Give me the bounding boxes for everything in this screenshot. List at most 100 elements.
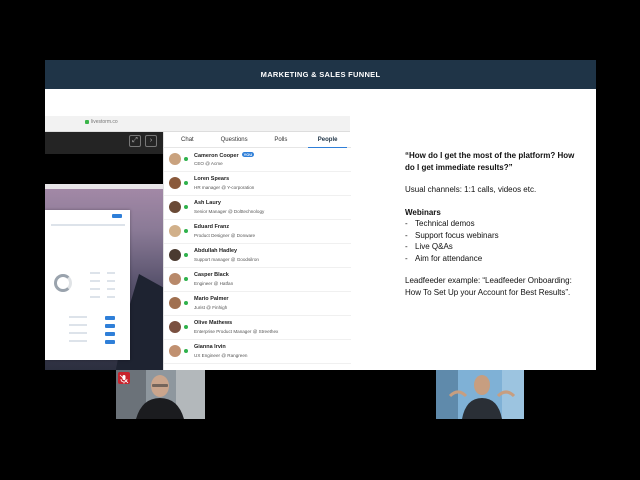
- player-toolbar: ⤢ ›: [45, 132, 163, 154]
- webinars-list: Technical demos Support focus webinars L…: [405, 218, 585, 264]
- avatar: [169, 249, 181, 261]
- webinars-heading: Webinars: [405, 207, 441, 217]
- person-name: Gianna Irvin: [194, 344, 226, 350]
- inner-app-line: [107, 288, 115, 290]
- person-name: Mario Palmer: [194, 296, 229, 302]
- people-list-item[interactable]: Abdullah Hadley Support manager @ Goodsil…: [164, 244, 351, 268]
- person-role: Product Designer @ Donware: [194, 233, 256, 238]
- donut-chart-icon: [54, 274, 72, 292]
- avatar: [169, 201, 181, 213]
- inner-app-window: [45, 210, 130, 360]
- inner-app-line: [90, 296, 100, 298]
- list-item: Support focus webinars: [405, 230, 585, 242]
- inner-app-line: [107, 272, 115, 274]
- person-role: Support manager @ Goodsilron: [194, 257, 259, 262]
- person-name-text: Cameron Cooper: [194, 153, 239, 159]
- person-role: Jurist @ Finhigh: [194, 305, 228, 310]
- person-name: Casper Black: [194, 272, 229, 278]
- person-role: HR manager @ Y-corporation: [194, 185, 255, 190]
- presentation-slide: MARKETING & SALES FUNNEL livestorm.co ⤢ …: [45, 60, 596, 370]
- list-item: Live Q&As: [405, 241, 585, 253]
- person-role: Senior Manager @ Dolttechnology: [194, 209, 265, 214]
- inner-app-line: [107, 296, 115, 298]
- inner-app-line: [107, 280, 115, 282]
- webcam-feed-right[interactable]: [436, 370, 524, 419]
- list-item: Technical demos: [405, 218, 585, 230]
- person-name: Abdullah Hadley: [194, 248, 237, 254]
- person-role: CEO @ Acme: [194, 161, 223, 166]
- people-list-item[interactable]: Mario Palmer Jurist @ Finhigh: [164, 292, 351, 316]
- you-badge: YOU: [241, 152, 255, 157]
- slide-channels: Usual channels: 1:1 calls, videos etc.: [405, 185, 537, 194]
- online-status-icon: [184, 205, 188, 209]
- inner-app-button: [105, 324, 115, 328]
- online-status-icon: [184, 181, 188, 185]
- video-black-area: [45, 154, 163, 184]
- inner-app-button: [105, 340, 115, 344]
- person-name: Loren Spears: [194, 176, 229, 182]
- lock-icon: [85, 119, 89, 124]
- people-list-item[interactable]: Gianna Irvin UX Engineer @ Rangreen: [164, 340, 351, 364]
- list-item: Aim for attendance: [405, 253, 585, 265]
- online-status-icon: [184, 301, 188, 305]
- people-list-item[interactable]: Casper Black Engineer @ Hatfan: [164, 268, 351, 292]
- embedded-screenshot: livestorm.co ⤢ › Chat Questions Polls Pe…: [45, 116, 351, 370]
- person-name-text: Gianna Irvin: [194, 344, 226, 350]
- person-role: Engineer @ Hatfan: [194, 281, 234, 286]
- slide-question: “How do I get the most of the platform? …: [405, 151, 575, 172]
- tab-questions[interactable]: Questions: [211, 132, 258, 147]
- mac-menubar: [45, 184, 163, 189]
- inner-app-button: [105, 332, 115, 336]
- people-list-item[interactable]: Eduard Franz Product Designer @ Donware: [164, 220, 351, 244]
- person-name-text: Abdullah Hadley: [194, 248, 238, 254]
- people-list: Cameron Cooper YOU CEO @ Acme Loren Spears H…: [164, 148, 351, 364]
- people-list-item[interactable]: Ash Laury Senior Manager @ Dolttechnology: [164, 196, 351, 220]
- expand-icon[interactable]: ⤢: [129, 135, 141, 147]
- avatar: [169, 273, 181, 285]
- person-role: Enterprise Product Manager @ Streethex: [194, 329, 279, 334]
- people-list-item[interactable]: Loren Spears HR manager @ Y-corporation: [164, 172, 351, 196]
- person-name-text: Casper Black: [194, 272, 229, 278]
- online-status-icon: [184, 277, 188, 281]
- mic-off-icon[interactable]: [118, 372, 130, 384]
- inner-app-line: [90, 288, 100, 290]
- avatar: [169, 153, 181, 165]
- inner-app-line: [69, 332, 87, 334]
- person-name: Eduard Franz: [194, 224, 229, 230]
- person-name-text: Ash Laury: [194, 200, 221, 206]
- avatar: [169, 225, 181, 237]
- webcam-person-right: [436, 370, 524, 419]
- people-list-item[interactable]: Cameron Cooper YOU CEO @ Acme: [164, 148, 351, 172]
- person-name-text: Loren Spears: [194, 176, 230, 182]
- webinar-side-panel: Chat Questions Polls People Cameron Coop…: [163, 132, 351, 370]
- url-label: livestorm.co: [91, 119, 118, 125]
- panel-tabs: Chat Questions Polls People: [164, 132, 351, 148]
- people-list-item[interactable]: Olive Mathews Enterprise Product Manager …: [164, 316, 351, 340]
- meeting-stage: MARKETING & SALES FUNNEL livestorm.co ⤢ …: [0, 0, 640, 480]
- slide-notes: “How do I get the most of the platform? …: [405, 150, 585, 298]
- inner-app-line: [90, 272, 100, 274]
- inner-app-line: [90, 280, 100, 282]
- online-status-icon: [184, 157, 188, 161]
- avatar: [169, 321, 181, 333]
- online-status-icon: [184, 253, 188, 257]
- url-text: livestorm.co: [85, 119, 118, 125]
- online-status-icon: [184, 229, 188, 233]
- inner-app-line: [69, 316, 87, 318]
- desktop-wallpaper: [45, 184, 175, 370]
- person-role: UX Engineer @ Rangreen: [194, 353, 248, 358]
- person-name: Olive Mathews: [194, 320, 232, 326]
- slide-title: MARKETING & SALES FUNNEL: [45, 60, 596, 89]
- inner-app-line: [69, 324, 87, 326]
- online-status-icon: [184, 325, 188, 329]
- avatar: [169, 177, 181, 189]
- person-name: Cameron Cooper YOU: [194, 152, 255, 159]
- chevron-right-icon[interactable]: ›: [145, 135, 157, 147]
- tab-chat[interactable]: Chat: [164, 132, 211, 147]
- tab-people[interactable]: People: [304, 132, 351, 148]
- browser-bar: livestorm.co: [45, 116, 350, 132]
- slide-example: Leadfeeder example: “Leadfeeder Onboardi…: [405, 276, 572, 297]
- inner-app-button: [105, 316, 115, 320]
- inner-app-line: [51, 224, 125, 226]
- tab-polls[interactable]: Polls: [258, 132, 305, 147]
